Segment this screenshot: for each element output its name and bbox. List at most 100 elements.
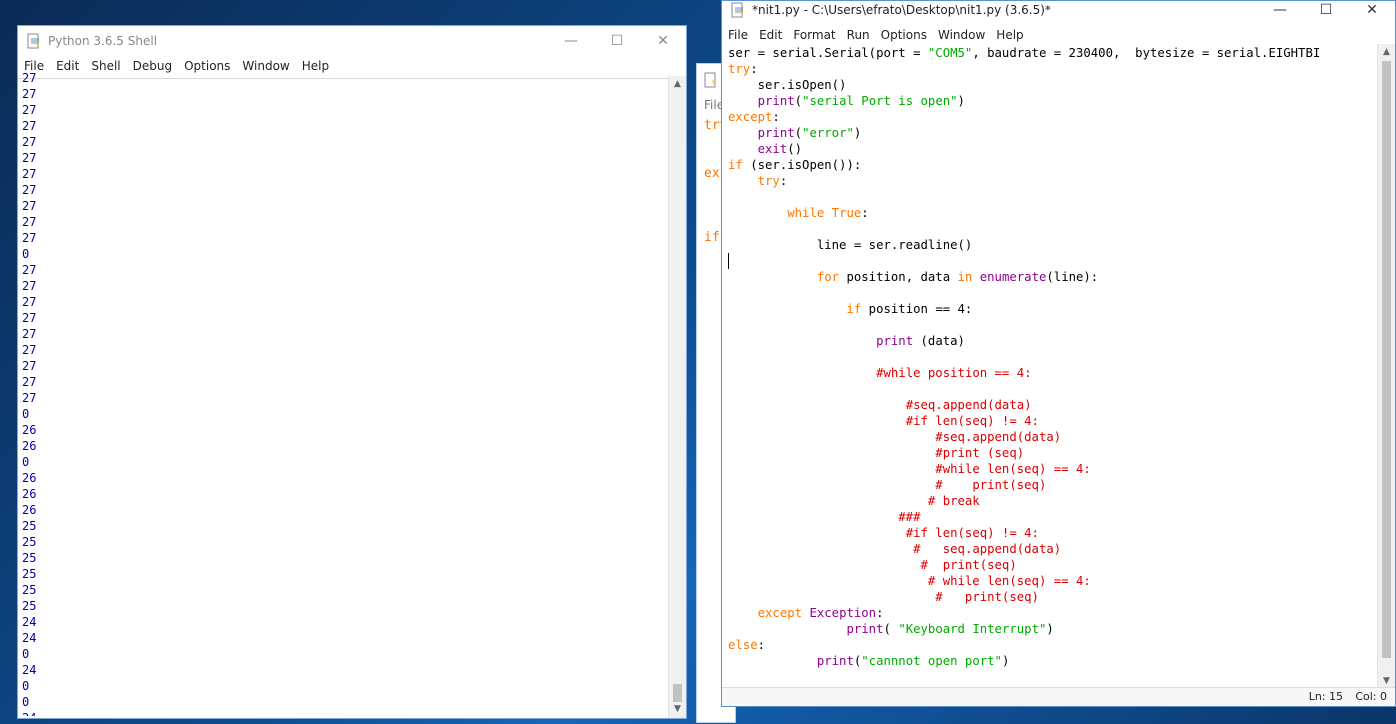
code-token: ser = serial.Serial(port = — [728, 46, 928, 60]
python-file-icon — [27, 33, 39, 49]
menu-format[interactable]: Format — [787, 24, 840, 42]
shell-output-line: 27 — [22, 359, 37, 373]
code-token: except — [728, 110, 773, 124]
code-token: print — [757, 126, 795, 140]
shell-output-line: 27 — [22, 327, 37, 341]
code-line: #seq.append(data) — [728, 397, 1374, 413]
code-token: # print(seq) — [920, 558, 1017, 572]
scrollbar-thumb[interactable] — [673, 684, 682, 702]
scroll-up-icon[interactable]: ▲ — [1378, 44, 1395, 61]
shell-title: Python 3.6.5 Shell — [48, 34, 158, 48]
shell-output-line: 0 — [22, 647, 30, 661]
shell-output-line: 25 — [22, 599, 37, 613]
code-token: print — [846, 622, 884, 636]
code-token: #while len(seq) == 4: — [935, 462, 1091, 476]
minimize-button[interactable]: — — [1257, 1, 1303, 21]
minimize-button[interactable]: — — [548, 26, 594, 56]
code-token: #if len(seq) != 4: — [905, 414, 1039, 428]
editor-title: *nit1.py - C:\Users\efrato\Desktop\nit1.… — [752, 3, 1051, 17]
code-token: # print(seq) — [935, 478, 1047, 492]
shell-output-line: 25 — [22, 567, 37, 581]
editor-window[interactable]: *nit1.py - C:\Users\efrato\Desktop\nit1.… — [721, 0, 1396, 707]
shell-output-line: 24 — [22, 710, 668, 716]
code-token: print — [757, 94, 795, 108]
menu-options[interactable]: Options — [875, 24, 932, 42]
editor-scrollbar[interactable]: ▲ ▼ — [1377, 44, 1395, 690]
code-token: # seq.append(data) — [913, 542, 1062, 556]
maximize-button[interactable]: ☐ — [1303, 1, 1349, 21]
code-token: position, data — [839, 270, 958, 284]
code-line: #seq.append(data) — [728, 429, 1374, 445]
shell-titlebar[interactable]: Python 3.6.5 Shell — ☐ ✕ — [18, 26, 686, 56]
maximize-button[interactable]: ☐ — [594, 26, 640, 56]
code-line: # print(seq) — [728, 557, 1374, 573]
editor-titlebar[interactable]: *nit1.py - C:\Users\efrato\Desktop\nit1.… — [722, 1, 1395, 23]
shell-output-line: 25 — [22, 535, 37, 549]
code-token: try — [728, 62, 751, 76]
shell-output-line: 27 — [22, 391, 37, 405]
shell-output-line: 26 — [22, 487, 37, 501]
code-token: position == 4: — [861, 302, 973, 316]
scroll-up-icon[interactable]: ▲ — [669, 76, 686, 93]
code-line: while True: — [728, 205, 1374, 221]
code-token: ser.isOpen() — [728, 78, 847, 92]
menu-file[interactable]: File — [722, 24, 753, 42]
shell-scrollbar[interactable]: ▲ ▼ — [668, 76, 686, 718]
shell-output-line: 27 — [22, 151, 37, 165]
code-token: ( — [794, 94, 803, 108]
code-token: #seq.append(data) — [935, 430, 1062, 444]
code-token: : — [772, 110, 780, 124]
menu-help[interactable]: Help — [990, 24, 1028, 42]
code-line: if position == 4: — [728, 301, 1374, 317]
shell-output[interactable]: 27 27 27 27 27 27 27 27 27 27 27 0 27 27 27 27 27 27 27 27 2… — [22, 70, 668, 716]
close-button[interactable]: ✕ — [640, 26, 686, 56]
code-line: exit() — [728, 141, 1374, 157]
scroll-down-icon[interactable]: ▼ — [669, 701, 686, 718]
code-token: "COM5" — [927, 46, 973, 60]
shell-output-line: 27 — [22, 263, 37, 277]
code-line: print (data) — [728, 333, 1374, 349]
code-line: try: — [728, 61, 1374, 77]
code-line: # print(seq) — [728, 589, 1374, 605]
code-token: exit — [757, 142, 788, 156]
shell-output-line: 26 — [22, 439, 37, 453]
menu-window[interactable]: Window — [932, 24, 990, 42]
shell-output-line: 27 — [22, 135, 37, 149]
menu-edit[interactable]: Edit — [753, 24, 787, 42]
code-line: # break — [728, 493, 1374, 509]
code-token: for — [816, 270, 840, 284]
close-button[interactable]: ✕ — [1349, 1, 1395, 21]
editor-menubar: File Edit Format Run Options Window Help — [722, 24, 1395, 46]
code-line: line = ser.readline() — [728, 237, 1374, 253]
code-token: ) — [957, 94, 965, 108]
code-token: "Keyboard Interrupt" — [898, 622, 1047, 636]
code-line: print( "Keyboard Interrupt") — [728, 621, 1374, 637]
code-token: if — [846, 302, 862, 316]
code-editor[interactable]: ser = serial.Serial(port = "COM5", baudr… — [728, 45, 1374, 685]
shell-window[interactable]: Python 3.6.5 Shell — ☐ ✕ File Edit Shell De… — [17, 25, 687, 719]
scrollbar-thumb[interactable] — [1382, 61, 1391, 658]
code-token: # break — [927, 494, 980, 508]
code-token: if — [728, 158, 743, 172]
shell-output-line: 26 — [22, 423, 37, 437]
shell-output-line: 0 — [22, 679, 30, 693]
shell-output-line: 27 — [22, 231, 37, 245]
code-token: ( — [883, 622, 899, 636]
code-token: True — [831, 206, 862, 220]
menu-run[interactable]: Run — [841, 24, 875, 42]
code-line: #print (seq) — [728, 445, 1374, 461]
code-token: ) — [853, 126, 862, 140]
code-token: : — [779, 174, 788, 188]
code-token: "cannnot open port" — [861, 654, 1002, 668]
shell-output-line: 27 — [22, 279, 37, 293]
